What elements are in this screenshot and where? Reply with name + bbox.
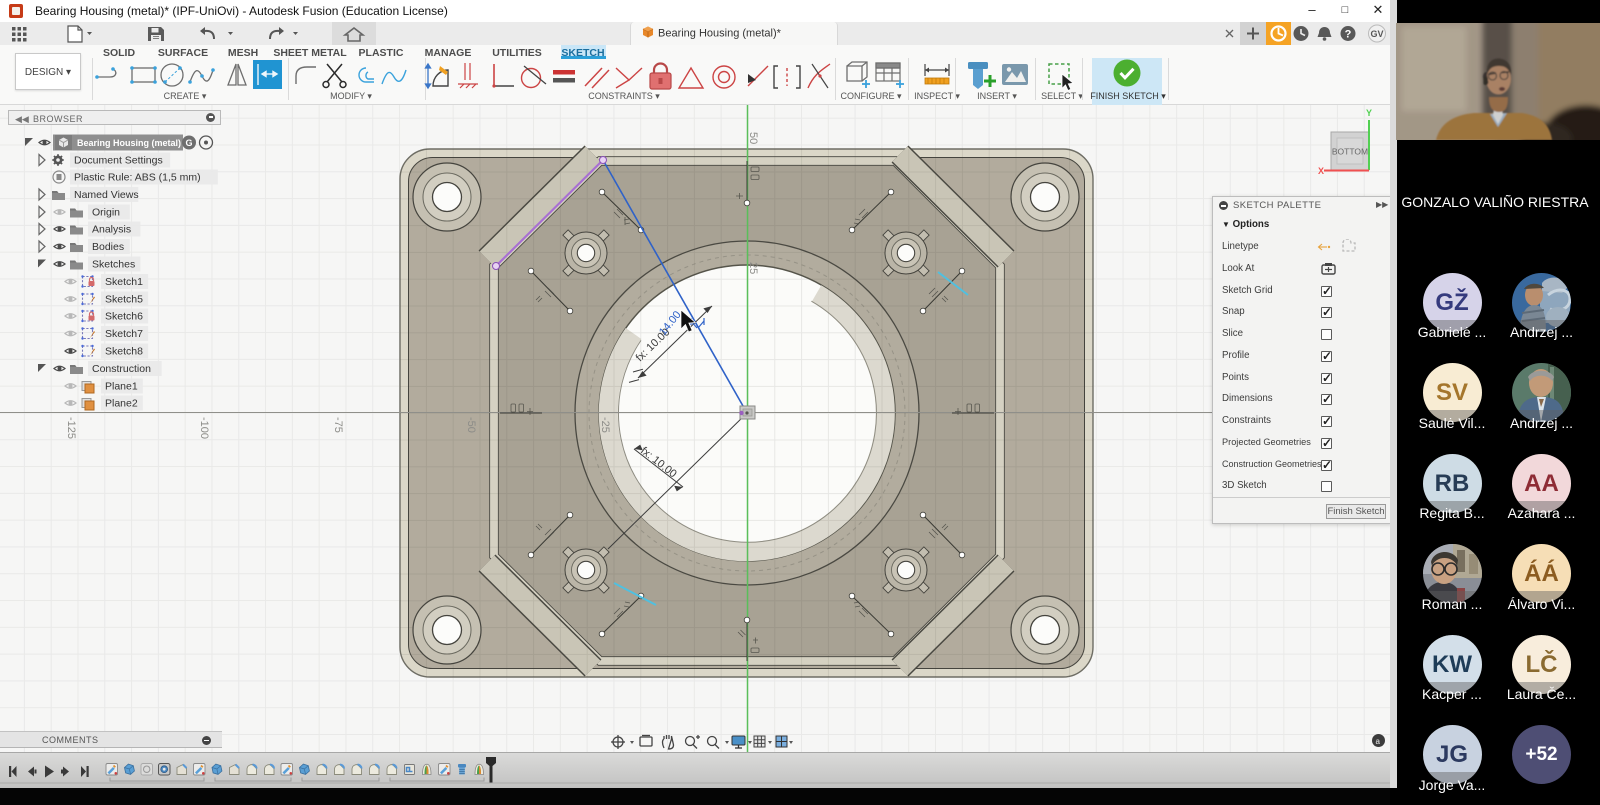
svg-text:Sketch1: Sketch1: [105, 276, 143, 288]
svg-text:Bearing Housing (metal): Bearing Housing (metal): [77, 138, 181, 148]
svg-text:Y: Y: [1366, 108, 1372, 118]
svg-text:25: 25: [747, 262, 759, 274]
svg-text:50: 50: [747, 132, 759, 144]
svg-text:-50: -50: [465, 417, 477, 433]
svg-text:Document Settings: Document Settings: [74, 155, 163, 167]
svg-text:?: ?: [1345, 29, 1352, 41]
svg-text:Plane2: Plane2: [105, 398, 138, 410]
svg-text:-25: -25: [599, 417, 611, 433]
svg-text:BOTTOM: BOTTOM: [1332, 147, 1368, 157]
svg-text:Sketch5: Sketch5: [105, 294, 143, 306]
svg-text:Analysis: Analysis: [92, 224, 131, 236]
svg-text:Bearing Housing (metal)*: Bearing Housing (metal)*: [658, 28, 782, 40]
svg-text:Plastic Rule: ABS (1,5 mm): Plastic Rule: ABS (1,5 mm): [74, 172, 201, 184]
svg-text:Sketches: Sketches: [92, 259, 135, 271]
svg-text:Bodies: Bodies: [92, 241, 124, 253]
svg-text:Named Views: Named Views: [74, 189, 139, 201]
svg-text:Sketch6: Sketch6: [105, 311, 143, 323]
svg-text:GV: GV: [1370, 29, 1383, 39]
svg-text:-75: -75: [332, 417, 344, 433]
svg-text:G: G: [185, 138, 192, 148]
svg-text:Plane1: Plane1: [105, 381, 138, 393]
svg-text:Sketch8: Sketch8: [105, 346, 143, 358]
svg-text:Construction: Construction: [92, 363, 151, 375]
svg-text:Sketch7: Sketch7: [105, 328, 143, 340]
svg-text:Origin: Origin: [92, 207, 120, 219]
svg-text:X: X: [1318, 166, 1324, 176]
